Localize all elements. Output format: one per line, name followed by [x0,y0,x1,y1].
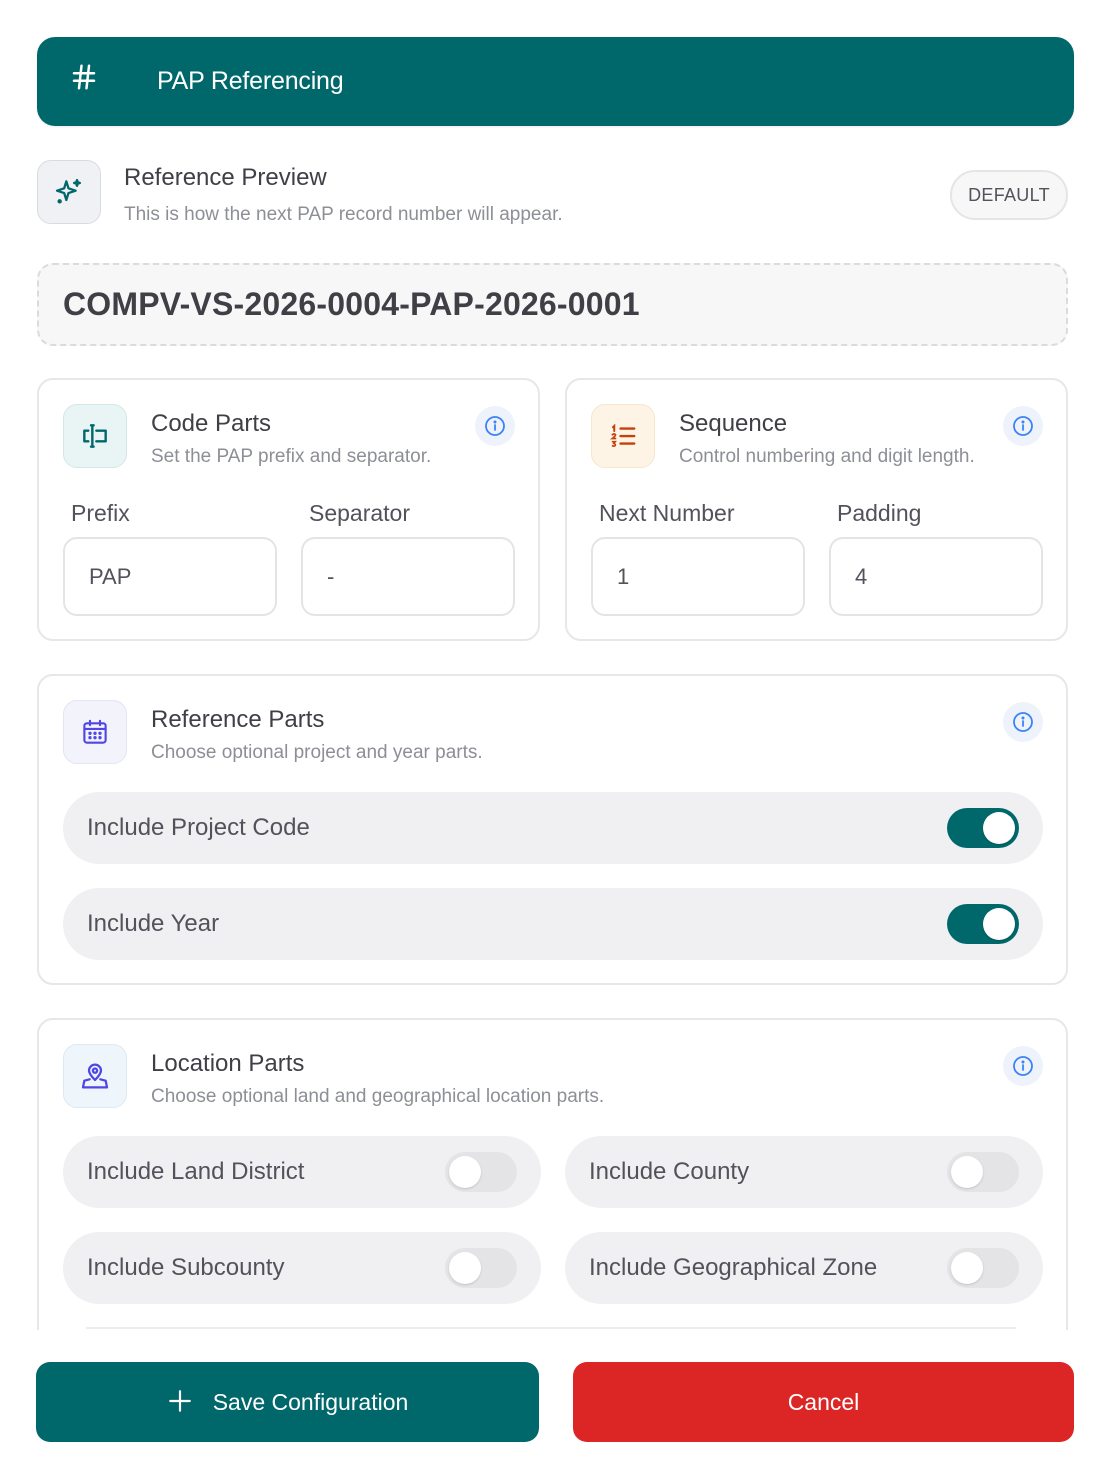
cancel-button-label: Cancel [787,1388,860,1415]
toggle-row-subcounty[interactable]: Include Subcounty [63,1232,541,1304]
separator-label: Separator [309,500,411,526]
sequence-title: Sequence [679,410,788,437]
toggle-row-year[interactable]: Include Year [63,888,1043,960]
next-number-input[interactable]: 1 [591,537,805,616]
cancel-button[interactable]: Cancel [573,1362,1074,1442]
reference-preview-header: Reference Preview This is how the next P… [37,160,1068,230]
map-pin-icon [63,1044,127,1108]
sparkles-icon [37,160,101,224]
toggle-row-geographical-zone[interactable]: Include Geographical Zone [565,1232,1043,1304]
default-badge: DEFAULT [950,170,1068,220]
land-district-switch[interactable] [445,1152,517,1192]
separator-input[interactable]: - [301,537,515,616]
toggle-row-project-code[interactable]: Include Project Code [63,792,1043,864]
reference-parts-subtitle: Choose optional project and year parts. [151,742,483,763]
location-parts-subtitle: Choose optional land and geographical lo… [151,1086,605,1107]
section-header: PAP Referencing [37,37,1074,126]
info-icon[interactable] [1003,702,1043,742]
subcounty-switch[interactable] [445,1248,517,1288]
county-switch[interactable] [947,1152,1019,1192]
padding-input[interactable]: 4 [829,537,1043,616]
prefix-input[interactable]: PAP [63,537,277,616]
reference-preview-value: COMPV-VS-2026-0004-PAP-2026-0001 [37,263,1068,346]
text-cursor-icon [63,404,127,468]
save-button-label: Save Configuration [212,1388,409,1415]
toggle-label: Include Project Code [87,814,310,841]
padding-label: Padding [837,500,922,526]
prefix-label: Prefix [71,500,130,526]
project-code-switch[interactable] [947,808,1019,848]
sequence-card: Sequence Control numbering and digit len… [565,378,1068,641]
header-title: PAP Referencing [157,67,344,95]
toggle-label: Include Subcounty [87,1254,285,1281]
divider [86,1327,1016,1329]
info-icon[interactable] [475,406,515,446]
sequence-subtitle: Control numbering and digit length. [679,446,975,467]
reference-parts-card: Reference Parts Choose optional project … [37,674,1068,985]
calendar-icon [63,700,127,764]
hash-icon [69,62,125,101]
plus-icon [167,1384,193,1420]
toggle-label: Include Year [87,910,220,937]
save-configuration-button[interactable]: Save Configuration [36,1362,539,1442]
reference-parts-title: Reference Parts [151,706,325,733]
info-icon[interactable] [1003,406,1043,446]
code-parts-card: Code Parts Set the PAP prefix and separa… [37,378,540,641]
toggle-row-county[interactable]: Include County [565,1136,1043,1208]
toggle-label: Include Geographical Zone [589,1254,878,1281]
toggle-label: Include County [589,1158,750,1185]
code-parts-title: Code Parts [151,410,272,437]
code-parts-subtitle: Set the PAP prefix and separator. [151,446,432,467]
preview-subtitle: This is how the next PAP record number w… [124,204,563,225]
next-number-label: Next Number [599,500,735,526]
preview-title: Reference Preview [124,164,327,191]
info-icon[interactable] [1003,1046,1043,1086]
ordered-list-icon [591,404,655,468]
toggle-row-land-district[interactable]: Include Land District [63,1136,541,1208]
location-parts-title: Location Parts [151,1050,305,1077]
toggle-label: Include Land District [87,1158,305,1185]
year-switch[interactable] [947,904,1019,944]
pap-referencing-page: PAP Referencing Reference Preview This i… [0,0,1110,1470]
geographical-zone-switch[interactable] [947,1248,1019,1288]
